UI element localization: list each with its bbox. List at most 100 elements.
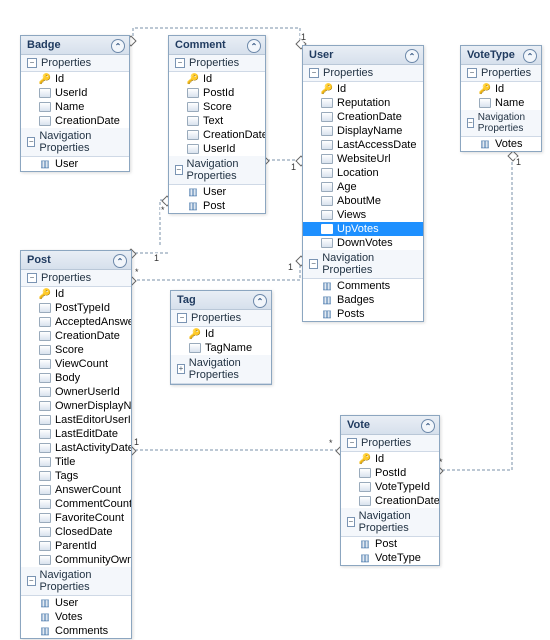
property-item[interactable]: Name: [461, 96, 541, 110]
property-item[interactable]: 🔑Id: [461, 82, 541, 96]
nav-property-item[interactable]: ▥Votes: [21, 610, 131, 624]
property-item[interactable]: AnswerCount: [21, 483, 131, 497]
property-item[interactable]: CommunityOwn...: [21, 553, 131, 567]
property-item[interactable]: Age: [303, 180, 423, 194]
toggle-icon[interactable]: +: [177, 364, 185, 374]
nav-section[interactable]: + Navigation Properties: [171, 355, 271, 384]
nav-section[interactable]: − Navigation Properties: [303, 250, 423, 279]
property-item[interactable]: Title: [21, 455, 131, 469]
properties-section[interactable]: − Properties: [303, 65, 423, 82]
property-item[interactable]: CreationDate: [303, 110, 423, 124]
property-item[interactable]: FavoriteCount: [21, 511, 131, 525]
entity-header[interactable]: Tag ⌃: [171, 291, 271, 310]
property-item[interactable]: CreationDate: [21, 114, 129, 128]
toggle-icon[interactable]: −: [309, 68, 319, 78]
collapse-icon[interactable]: ⌃: [253, 294, 267, 308]
entity-header[interactable]: User ⌃: [303, 46, 423, 65]
toggle-icon[interactable]: −: [467, 68, 477, 78]
properties-section[interactable]: − Properties: [461, 65, 541, 82]
toggle-icon[interactable]: −: [309, 259, 318, 269]
property-item[interactable]: 🔑Id: [341, 452, 439, 466]
property-item[interactable]: ParentId: [21, 539, 131, 553]
property-item[interactable]: CreationDate: [341, 494, 439, 508]
nav-property-item[interactable]: ▥Votes: [461, 137, 541, 151]
property-item[interactable]: ViewCount: [21, 357, 131, 371]
property-item[interactable]: Tags: [21, 469, 131, 483]
nav-section[interactable]: − Navigation Properties: [461, 110, 541, 137]
properties-section[interactable]: − Properties: [21, 55, 129, 72]
property-item[interactable]: TagName: [171, 341, 271, 355]
property-item[interactable]: LastEditDate: [21, 427, 131, 441]
entity-header[interactable]: Badge ⌃: [21, 36, 129, 55]
property-item[interactable]: CommentCount: [21, 497, 131, 511]
property-item[interactable]: VoteTypeId: [341, 480, 439, 494]
entity-post[interactable]: Post ⌃ − Properties 🔑IdPostTypeIdAccepte…: [20, 250, 132, 639]
property-item[interactable]: Score: [169, 100, 265, 114]
entity-user[interactable]: User ⌃ − Properties 🔑IdReputationCreatio…: [302, 45, 424, 322]
property-item[interactable]: Score: [21, 343, 131, 357]
property-item[interactable]: 🔑Id: [303, 82, 423, 96]
toggle-icon[interactable]: −: [177, 313, 187, 323]
properties-section[interactable]: − Properties: [169, 55, 265, 72]
entity-header[interactable]: VoteType ⌃: [461, 46, 541, 65]
collapse-icon[interactable]: ⌃: [111, 39, 125, 53]
toggle-icon[interactable]: −: [27, 273, 37, 283]
toggle-icon[interactable]: −: [467, 118, 474, 128]
property-item[interactable]: LastEditorUserId: [21, 413, 131, 427]
property-item[interactable]: Views: [303, 208, 423, 222]
collapse-icon[interactable]: ⌃: [247, 39, 261, 53]
nav-section[interactable]: − Navigation Properties: [341, 508, 439, 537]
properties-section[interactable]: − Properties: [171, 310, 271, 327]
property-item[interactable]: UpVotes: [303, 222, 423, 236]
property-item[interactable]: ClosedDate: [21, 525, 131, 539]
collapse-icon[interactable]: ⌃: [523, 49, 537, 63]
property-item[interactable]: LastActivityDate: [21, 441, 131, 455]
toggle-icon[interactable]: −: [27, 137, 35, 147]
collapse-icon[interactable]: ⌃: [421, 419, 435, 433]
entity-comment[interactable]: Comment ⌃ − Properties 🔑IdPostIdScoreTex…: [168, 35, 266, 214]
nav-section[interactable]: − Navigation Properties: [169, 156, 265, 185]
toggle-icon[interactable]: −: [175, 165, 183, 175]
nav-property-item[interactable]: ▥Comments: [303, 279, 423, 293]
nav-section[interactable]: − Navigation Properties: [21, 128, 129, 157]
property-item[interactable]: Reputation: [303, 96, 423, 110]
toggle-icon[interactable]: −: [27, 576, 36, 586]
toggle-icon[interactable]: −: [27, 58, 37, 68]
entity-vote[interactable]: Vote ⌃ − Properties 🔑IdPostIdVoteTypeIdC…: [340, 415, 440, 566]
properties-section[interactable]: − Properties: [21, 270, 131, 287]
property-item[interactable]: 🔑Id: [171, 327, 271, 341]
property-item[interactable]: 🔑Id: [169, 72, 265, 86]
property-item[interactable]: Text: [169, 114, 265, 128]
toggle-icon[interactable]: −: [175, 58, 185, 68]
nav-property-item[interactable]: ▥User: [21, 157, 129, 171]
collapse-icon[interactable]: ⌃: [113, 254, 127, 268]
nav-property-item[interactable]: ▥Posts: [303, 307, 423, 321]
property-item[interactable]: DownVotes: [303, 236, 423, 250]
property-item[interactable]: 🔑Id: [21, 287, 131, 301]
property-item[interactable]: DisplayName: [303, 124, 423, 138]
property-item[interactable]: LastAccessDate: [303, 138, 423, 152]
property-item[interactable]: CreationDate: [21, 329, 131, 343]
property-item[interactable]: OwnerDisplayN...: [21, 399, 131, 413]
toggle-icon[interactable]: −: [347, 517, 355, 527]
nav-section[interactable]: − Navigation Properties: [21, 567, 131, 596]
entity-header[interactable]: Vote ⌃: [341, 416, 439, 435]
property-item[interactable]: Name: [21, 100, 129, 114]
property-item[interactable]: PostTypeId: [21, 301, 131, 315]
entity-tag[interactable]: Tag ⌃ − Properties 🔑IdTagName + Navigati…: [170, 290, 272, 385]
nav-property-item[interactable]: ▥Badges: [303, 293, 423, 307]
entity-badge[interactable]: Badge ⌃ − Properties 🔑IdUserIdNameCreati…: [20, 35, 130, 172]
property-item[interactable]: AcceptedAnswe...: [21, 315, 131, 329]
property-item[interactable]: Body: [21, 371, 131, 385]
property-item[interactable]: OwnerUserId: [21, 385, 131, 399]
nav-property-item[interactable]: ▥User: [21, 596, 131, 610]
property-item[interactable]: PostId: [341, 466, 439, 480]
nav-property-item[interactable]: ▥Comments: [21, 624, 131, 638]
nav-property-item[interactable]: ▥Post: [341, 537, 439, 551]
entity-header[interactable]: Comment ⌃: [169, 36, 265, 55]
property-item[interactable]: PostId: [169, 86, 265, 100]
property-item[interactable]: CreationDate: [169, 128, 265, 142]
property-item[interactable]: AboutMe: [303, 194, 423, 208]
toggle-icon[interactable]: −: [347, 438, 357, 448]
entity-votetype[interactable]: VoteType ⌃ − Properties 🔑IdName − Naviga…: [460, 45, 542, 152]
